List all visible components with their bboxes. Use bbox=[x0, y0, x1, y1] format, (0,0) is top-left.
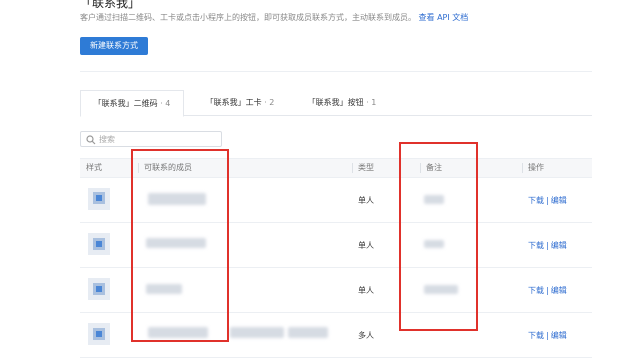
edit-link[interactable]: 编辑 bbox=[551, 286, 567, 295]
tab-count: · 2 bbox=[264, 98, 275, 107]
download-link[interactable]: 下载 bbox=[528, 241, 544, 250]
tab-label: 「联系我」按钮 bbox=[307, 98, 364, 107]
edit-link[interactable]: 编辑 bbox=[551, 241, 567, 250]
edit-link[interactable]: 编辑 bbox=[551, 331, 567, 340]
tab-count: · 4 bbox=[160, 99, 171, 108]
tab-label: 「联系我」工卡 bbox=[205, 98, 262, 107]
row-actions: 下载 | 编辑 bbox=[528, 285, 567, 296]
column-separator bbox=[522, 163, 523, 173]
separator: | bbox=[546, 286, 549, 295]
search-box[interactable] bbox=[80, 131, 222, 147]
tab-workcard[interactable]: 「联系我」工卡 · 2 bbox=[188, 90, 292, 116]
edit-link[interactable]: 编辑 bbox=[551, 196, 567, 205]
tab-qrcode[interactable]: 「联系我」二维码 · 4 bbox=[80, 90, 184, 117]
search-input[interactable] bbox=[99, 133, 217, 145]
page-description: 客户通过扫描二维码、工卡或点击小程序上的按钮，即可获取成员联系方式，主动联系到成… bbox=[80, 12, 468, 23]
type-cell: 单人 bbox=[358, 241, 374, 250]
highlight-box-members bbox=[131, 149, 229, 342]
description-text: 客户通过扫描二维码、工卡或点击小程序上的按钮，即可获取成员联系方式，主动联系到成… bbox=[80, 13, 416, 22]
tab-count: · 1 bbox=[366, 98, 377, 107]
tab-label: 「联系我」二维码 bbox=[93, 99, 158, 108]
column-header-type: 类型 bbox=[358, 163, 374, 172]
qr-style-icon[interactable] bbox=[88, 188, 110, 210]
type-cell: 单人 bbox=[358, 196, 374, 205]
new-contact-button[interactable]: 新建联系方式 bbox=[80, 37, 148, 55]
tab-bar: 「联系我」二维码 · 4 「联系我」工卡 · 2 「联系我」按钮 · 1 bbox=[80, 90, 592, 117]
page-title: 「联系我」 bbox=[80, 0, 141, 10]
column-header-actions: 操作 bbox=[528, 163, 544, 172]
search-icon bbox=[86, 135, 96, 145]
download-link[interactable]: 下载 bbox=[528, 286, 544, 295]
member-name-redacted bbox=[288, 327, 328, 338]
separator: | bbox=[546, 331, 549, 340]
type-cell: 单人 bbox=[358, 286, 374, 295]
row-actions: 下载 | 编辑 bbox=[528, 240, 567, 251]
row-actions: 下载 | 编辑 bbox=[528, 330, 567, 341]
api-doc-link[interactable]: 查看 API 文档 bbox=[419, 13, 469, 22]
highlight-box-remarks bbox=[399, 142, 478, 331]
separator: | bbox=[546, 241, 549, 250]
divider bbox=[80, 71, 592, 72]
qr-style-icon[interactable] bbox=[88, 278, 110, 300]
separator: | bbox=[546, 196, 549, 205]
type-cell: 多人 bbox=[358, 331, 374, 340]
column-separator bbox=[352, 163, 353, 173]
row-actions: 下载 | 编辑 bbox=[528, 195, 567, 206]
tab-button[interactable]: 「联系我」按钮 · 1 bbox=[290, 90, 394, 116]
column-header-style: 样式 bbox=[86, 163, 102, 172]
download-link[interactable]: 下载 bbox=[528, 196, 544, 205]
member-name-redacted bbox=[230, 327, 284, 338]
qr-style-icon[interactable] bbox=[88, 323, 110, 345]
download-link[interactable]: 下载 bbox=[528, 331, 544, 340]
qr-style-icon[interactable] bbox=[88, 233, 110, 255]
